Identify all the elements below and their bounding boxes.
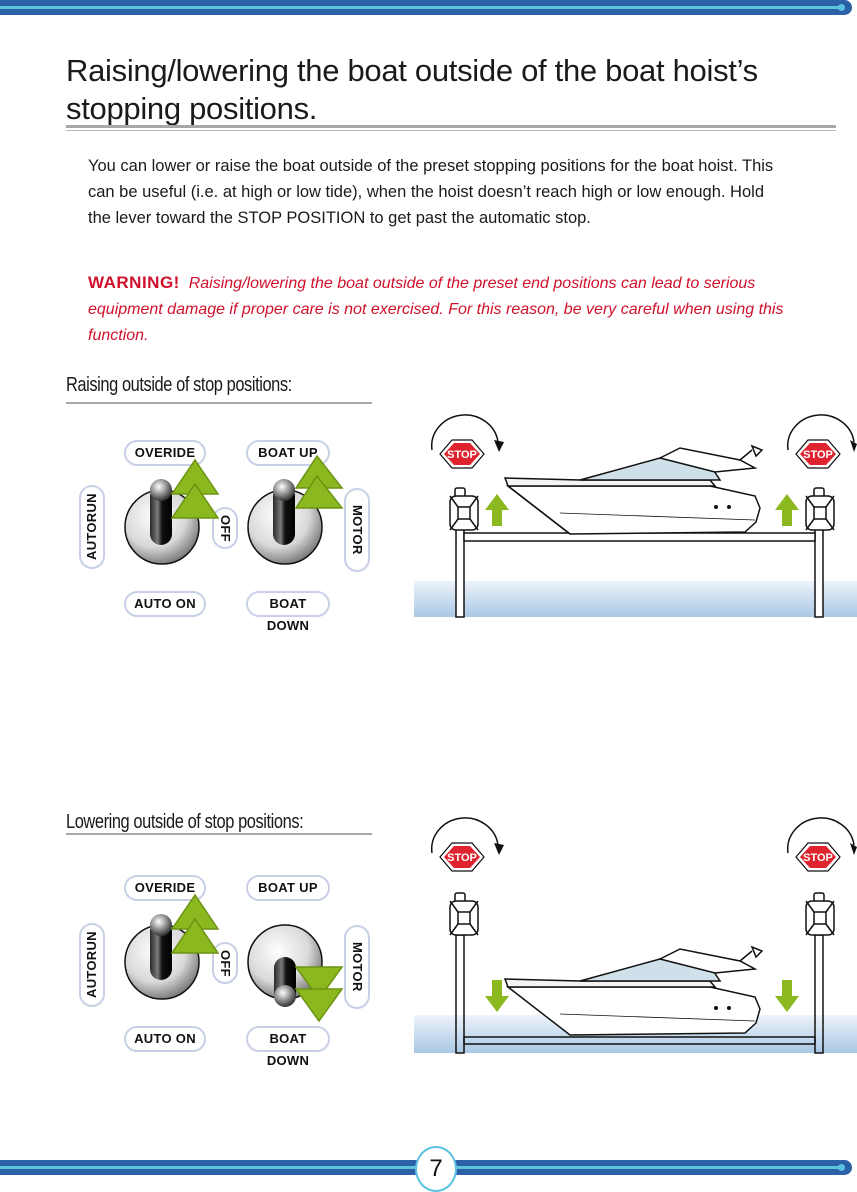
- hoist-scene-raising: STOP STOP: [414, 414, 857, 618]
- svg-text:STOP: STOP: [447, 852, 477, 864]
- stop-sign-left: STOP: [430, 817, 504, 872]
- toggle-switches-raising: [124, 454, 344, 565]
- double-up-arrow-icon: [294, 454, 344, 509]
- down-arrow-icon: [485, 980, 509, 1012]
- left-motor-icon: [449, 892, 479, 936]
- toggle-switches-lowering: [124, 893, 344, 1023]
- title-underline-thin: [66, 130, 836, 131]
- double-down-arrow-icon: [294, 966, 344, 1023]
- right-motor-icon: [805, 892, 835, 936]
- warning-text: Raising/lowering the boat outside of the…: [88, 275, 784, 344]
- right-post: [814, 524, 824, 618]
- svg-text:STOP: STOP: [803, 852, 833, 864]
- header-rule: [0, 0, 852, 15]
- intro-paragraph: You can lower or raise the boat outside …: [88, 157, 774, 227]
- left-post: [455, 524, 465, 618]
- svg-text:STOP: STOP: [803, 449, 833, 461]
- left-motor-icon: [449, 487, 479, 531]
- section-title-raising: Raising outside of stop positions:: [66, 374, 292, 396]
- stop-sign-right: STOP: [786, 817, 857, 872]
- hoist-scene-lowering: STOP STOP: [414, 817, 857, 1054]
- section-rule-raising: [66, 402, 372, 404]
- page-number: 7: [415, 1146, 457, 1192]
- stop-sign-left: STOP: [430, 414, 504, 469]
- up-arrow-icon: [775, 494, 799, 526]
- up-arrow-icon: [485, 494, 509, 526]
- footer-dot: [838, 1164, 845, 1171]
- stop-sign-right: STOP: [786, 414, 857, 469]
- header-stripe: [0, 6, 844, 9]
- control-panel-raising: OVERIDE BOAT UP AUTORUN OFF MOTOR AUTO O…: [70, 430, 380, 633]
- svg-text:STOP: STOP: [447, 449, 477, 461]
- double-up-arrow-icon: [170, 458, 220, 519]
- warning-paragraph: WARNING! Raising/lowering the boat outsi…: [88, 270, 788, 349]
- section-rule-lowering: [66, 833, 372, 835]
- water: [414, 581, 857, 617]
- hoist-beam: [463, 532, 816, 542]
- down-arrow-icon: [775, 980, 799, 1012]
- right-motor-icon: [805, 487, 835, 531]
- warning-label: WARNING!: [88, 273, 180, 292]
- section-title-lowering: Lowering outside of stop positions:: [66, 811, 304, 833]
- header-dot: [838, 4, 845, 11]
- double-up-arrow-icon: [170, 893, 220, 954]
- page-title: Raising/lowering the boat outside of the…: [66, 53, 758, 126]
- boat-illustration: [503, 444, 764, 535]
- control-panel-lowering: OVERIDE BOAT UP AUTORUN OFF MOTOR AUTO O…: [70, 865, 380, 1068]
- title-underline: [66, 125, 836, 128]
